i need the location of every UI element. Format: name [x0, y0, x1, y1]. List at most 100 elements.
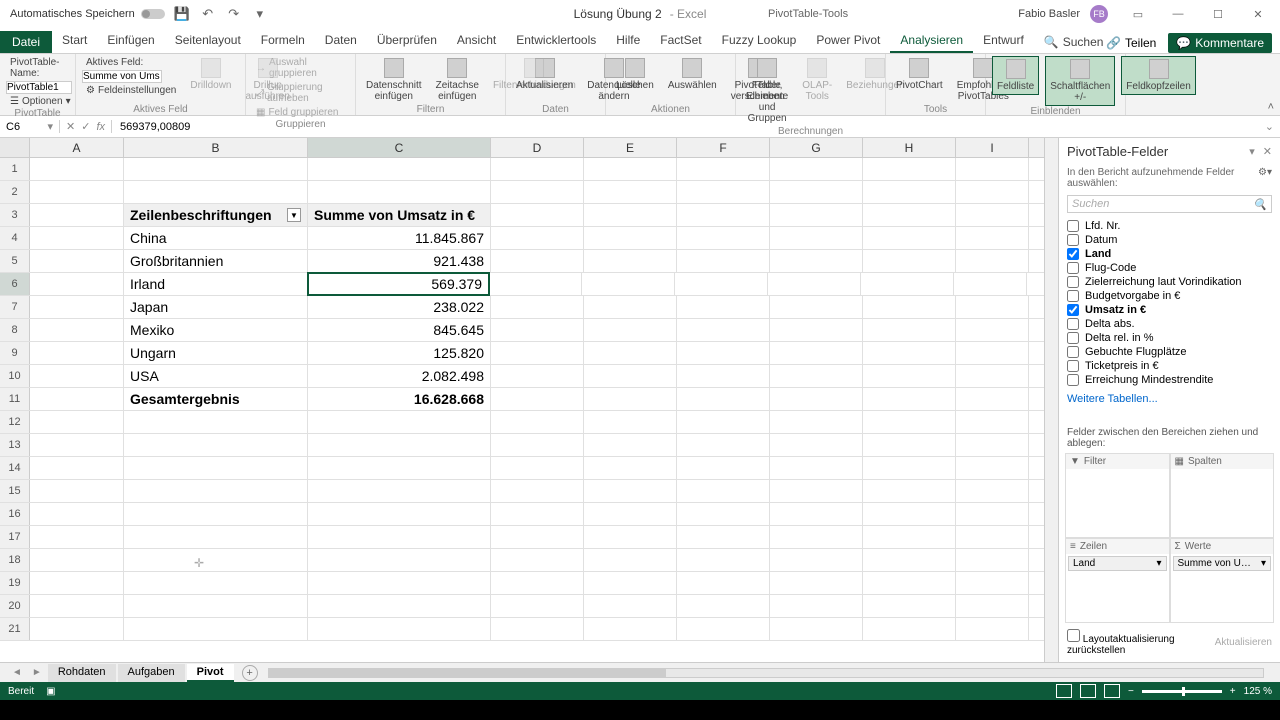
row-header[interactable]: 17 — [0, 526, 30, 548]
cell-F17[interactable] — [677, 526, 770, 548]
cell-E16[interactable] — [584, 503, 677, 525]
sheet-tab-aufgaben[interactable]: Aufgaben — [118, 664, 185, 682]
cell-F4[interactable] — [677, 227, 770, 249]
cell-F7[interactable] — [677, 296, 770, 318]
insert-timeline-button[interactable]: Zeitachse einfügen — [432, 56, 483, 104]
cell-E8[interactable] — [584, 319, 677, 341]
field-checkbox-item[interactable]: Datum — [1067, 233, 1272, 247]
sheet-tab-rohdaten[interactable]: Rohdaten — [48, 664, 116, 682]
accept-formula-icon[interactable]: ✓ — [81, 120, 90, 133]
user-avatar[interactable]: FB — [1090, 5, 1108, 23]
cell-D17[interactable] — [491, 526, 584, 548]
save-icon[interactable]: 💾 — [173, 5, 191, 23]
cell-D2[interactable] — [491, 181, 584, 203]
spreadsheet-grid[interactable]: ABCDEFGHI 123Zeilenbeschriftungen▼Summe … — [0, 138, 1044, 662]
cell-D18[interactable] — [491, 549, 584, 571]
cell-D1[interactable] — [491, 158, 584, 180]
cell-A19[interactable] — [30, 572, 124, 594]
cell-G19[interactable] — [770, 572, 863, 594]
cell-A21[interactable] — [30, 618, 124, 640]
field-checkbox-item[interactable]: Zielerreichung laut Vorindikation — [1067, 275, 1272, 289]
cell-H21[interactable] — [863, 618, 956, 640]
cell-B6[interactable]: Irland — [124, 273, 308, 295]
cell-F10[interactable] — [677, 365, 770, 387]
row-header[interactable]: 6 — [0, 273, 30, 295]
cell-F13[interactable] — [677, 434, 770, 456]
cell-I18[interactable] — [956, 549, 1029, 571]
ribbon-tab-entwurf[interactable]: Entwurf — [973, 29, 1034, 53]
cell-H19[interactable] — [863, 572, 956, 594]
cell-I13[interactable] — [956, 434, 1029, 456]
cell-B1[interactable] — [124, 158, 308, 180]
cell-D13[interactable] — [491, 434, 584, 456]
cell-I2[interactable] — [956, 181, 1029, 203]
cell-F12[interactable] — [677, 411, 770, 433]
fx-icon[interactable]: fx — [96, 121, 105, 133]
zoom-slider[interactable] — [1142, 690, 1222, 693]
select-all-corner[interactable] — [0, 138, 30, 157]
cell-A13[interactable] — [30, 434, 124, 456]
ribbon-tab-formeln[interactable]: Formeln — [251, 29, 315, 53]
cell-D16[interactable] — [491, 503, 584, 525]
sheet-nav-prev-icon[interactable]: ◄ — [8, 667, 26, 678]
cell-E17[interactable] — [584, 526, 677, 548]
page-break-view-icon[interactable] — [1104, 684, 1120, 698]
refresh-button[interactable]: Aktualisieren — [512, 56, 577, 93]
cell-G10[interactable] — [770, 365, 863, 387]
cell-B5[interactable]: Großbritannien — [124, 250, 308, 272]
cell-D8[interactable] — [491, 319, 584, 341]
row-header[interactable]: 21 — [0, 618, 30, 640]
cell-B21[interactable] — [124, 618, 308, 640]
cell-D12[interactable] — [491, 411, 584, 433]
cell-A8[interactable] — [30, 319, 124, 341]
qat-customize-icon[interactable]: ▾ — [251, 5, 269, 23]
pivottable-name-input[interactable] — [6, 81, 72, 94]
cell-I17[interactable] — [956, 526, 1029, 548]
cell-F11[interactable] — [677, 388, 770, 410]
sheet-tab-pivot[interactable]: Pivot — [187, 664, 234, 682]
autosave-toggle[interactable]: Automatisches Speichern — [10, 8, 165, 20]
cell-I21[interactable] — [956, 618, 1029, 640]
options-button[interactable]: ☰ Optionen ▾ — [6, 95, 75, 108]
cell-F8[interactable] — [677, 319, 770, 341]
field-checkbox-item[interactable]: Land — [1067, 247, 1272, 261]
cell-B3[interactable]: Zeilenbeschriftungen▼ — [124, 204, 308, 226]
cell-C7[interactable]: 238.022 — [308, 296, 491, 318]
row-header[interactable]: 11 — [0, 388, 30, 410]
buttons-toggle[interactable]: Schaltflächen +/- — [1045, 56, 1115, 106]
cell-C15[interactable] — [308, 480, 491, 502]
maximize-icon[interactable]: ☐ — [1200, 0, 1236, 28]
ribbon-tab-einfügen[interactable]: Einfügen — [97, 29, 164, 53]
filter-area[interactable]: ▼Filter — [1065, 453, 1170, 538]
cell-H9[interactable] — [863, 342, 956, 364]
cell-E3[interactable] — [584, 204, 677, 226]
field-checkbox-item[interactable]: Budgetvorgabe in € — [1067, 289, 1272, 303]
cell-F5[interactable] — [677, 250, 770, 272]
cell-H11[interactable] — [863, 388, 956, 410]
row-header[interactable]: 15 — [0, 480, 30, 502]
cell-G20[interactable] — [770, 595, 863, 617]
cell-A1[interactable] — [30, 158, 124, 180]
cell-A2[interactable] — [30, 181, 124, 203]
cell-C11[interactable]: 16.628.668 — [308, 388, 491, 410]
undo-icon[interactable]: ↶ — [199, 5, 217, 23]
cell-E7[interactable] — [584, 296, 677, 318]
row-filter-dropdown[interactable]: ▼ — [287, 208, 301, 222]
cell-A20[interactable] — [30, 595, 124, 617]
field-pane-close-icon[interactable]: ✕ — [1263, 145, 1272, 158]
cell-C8[interactable]: 845.645 — [308, 319, 491, 341]
sheet-nav-next-icon[interactable]: ► — [28, 667, 46, 678]
field-search-input[interactable]: Suchen 🔍 — [1067, 195, 1272, 213]
field-pane-gear-icon[interactable]: ⚙▾ — [1258, 167, 1272, 189]
add-sheet-button[interactable]: + — [242, 665, 258, 681]
cell-B12[interactable] — [124, 411, 308, 433]
cell-A14[interactable] — [30, 457, 124, 479]
cell-I15[interactable] — [956, 480, 1029, 502]
column-header-H[interactable]: H — [863, 138, 956, 157]
cell-G15[interactable] — [770, 480, 863, 502]
cell-H16[interactable] — [863, 503, 956, 525]
cell-G5[interactable] — [770, 250, 863, 272]
file-tab[interactable]: Datei — [0, 31, 52, 53]
row-header[interactable]: 18 — [0, 549, 30, 571]
cell-E9[interactable] — [584, 342, 677, 364]
